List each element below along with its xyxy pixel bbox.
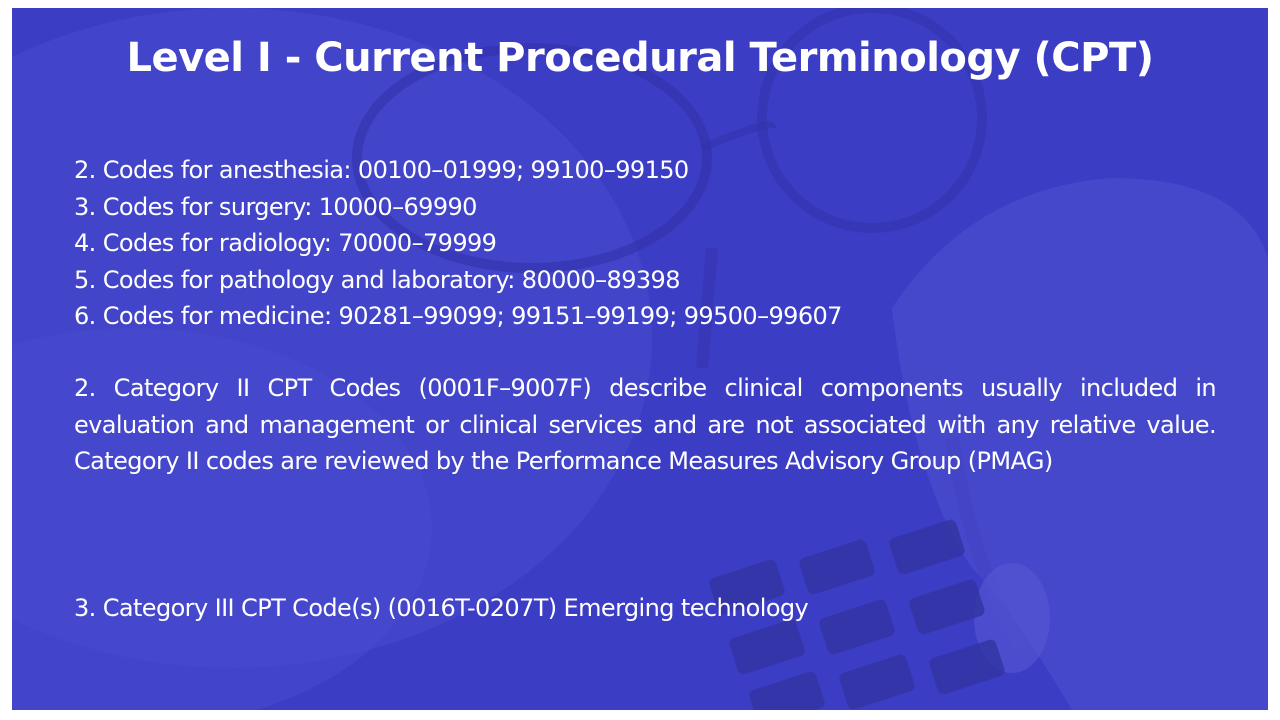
slide: Level I - Current Procedural Terminology… [12,8,1268,710]
list-item-pathology: 5. Codes for pathology and laboratory: 8… [74,265,680,294]
slide-title: Level I - Current Procedural Terminology… [126,35,1154,81]
list-item-medicine: 6. Codes for medicine: 90281–99099; 9915… [74,302,842,330]
category-ii-paragraph: 2. Category II CPT Codes (0001F–9007F) d… [74,374,1217,475]
list-item-surgery: 3. Codes for surgery: 10000–69990 [74,192,477,221]
code-range-list: 2. Codes for anesthesia: 00100–01999; 99… [74,152,842,335]
list-item-radiology: 4. Codes for radiology: 70000–79999 [74,229,497,257]
category-iii-paragraph: 3. Category III CPT Code(s) (0016T-0207T… [74,594,809,622]
list-item-anesthesia: 2. Codes for anesthesia: 00100–01999; 99… [74,156,689,184]
